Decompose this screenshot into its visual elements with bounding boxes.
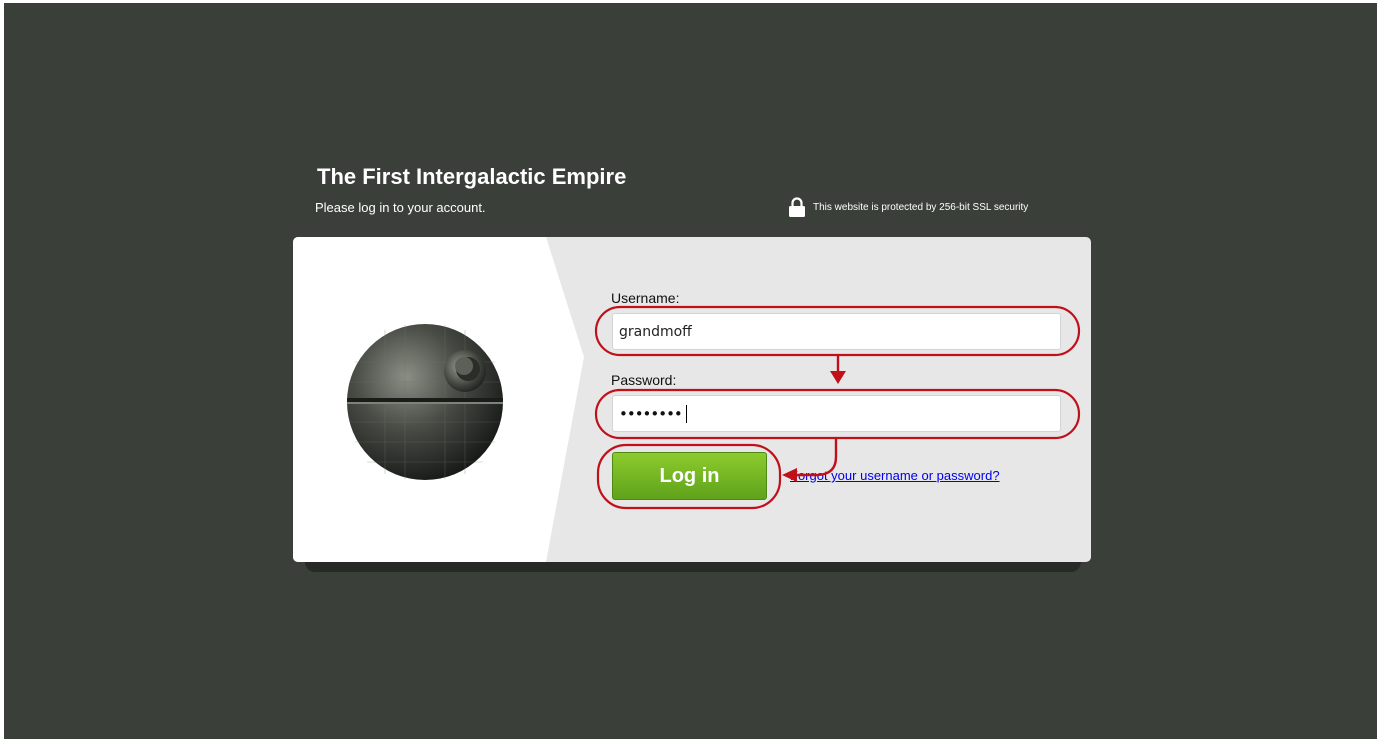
forgot-credentials-link[interactable]: Forgot your username or password? (790, 468, 1000, 483)
password-masked-value: •••••••• (619, 404, 683, 423)
login-button[interactable]: Log in (612, 452, 767, 500)
password-input[interactable]: •••••••• (612, 395, 1061, 432)
username-label: Username: (611, 290, 680, 306)
username-input[interactable] (612, 313, 1061, 350)
page-title: The First Intergalactic Empire (317, 164, 627, 189)
login-card: Username: Password: •••••••• Log in Forg… (293, 237, 1091, 562)
password-label: Password: (611, 372, 677, 388)
death-star-image (347, 324, 503, 480)
ssl-notice-text: This website is protected by 256-bit SSL… (813, 201, 1029, 213)
lock-icon (789, 197, 805, 217)
ssl-notice: This website is protected by 256-bit SSL… (788, 196, 1028, 218)
page-subtitle: Please log in to your account. (315, 200, 486, 215)
text-cursor (685, 404, 687, 423)
